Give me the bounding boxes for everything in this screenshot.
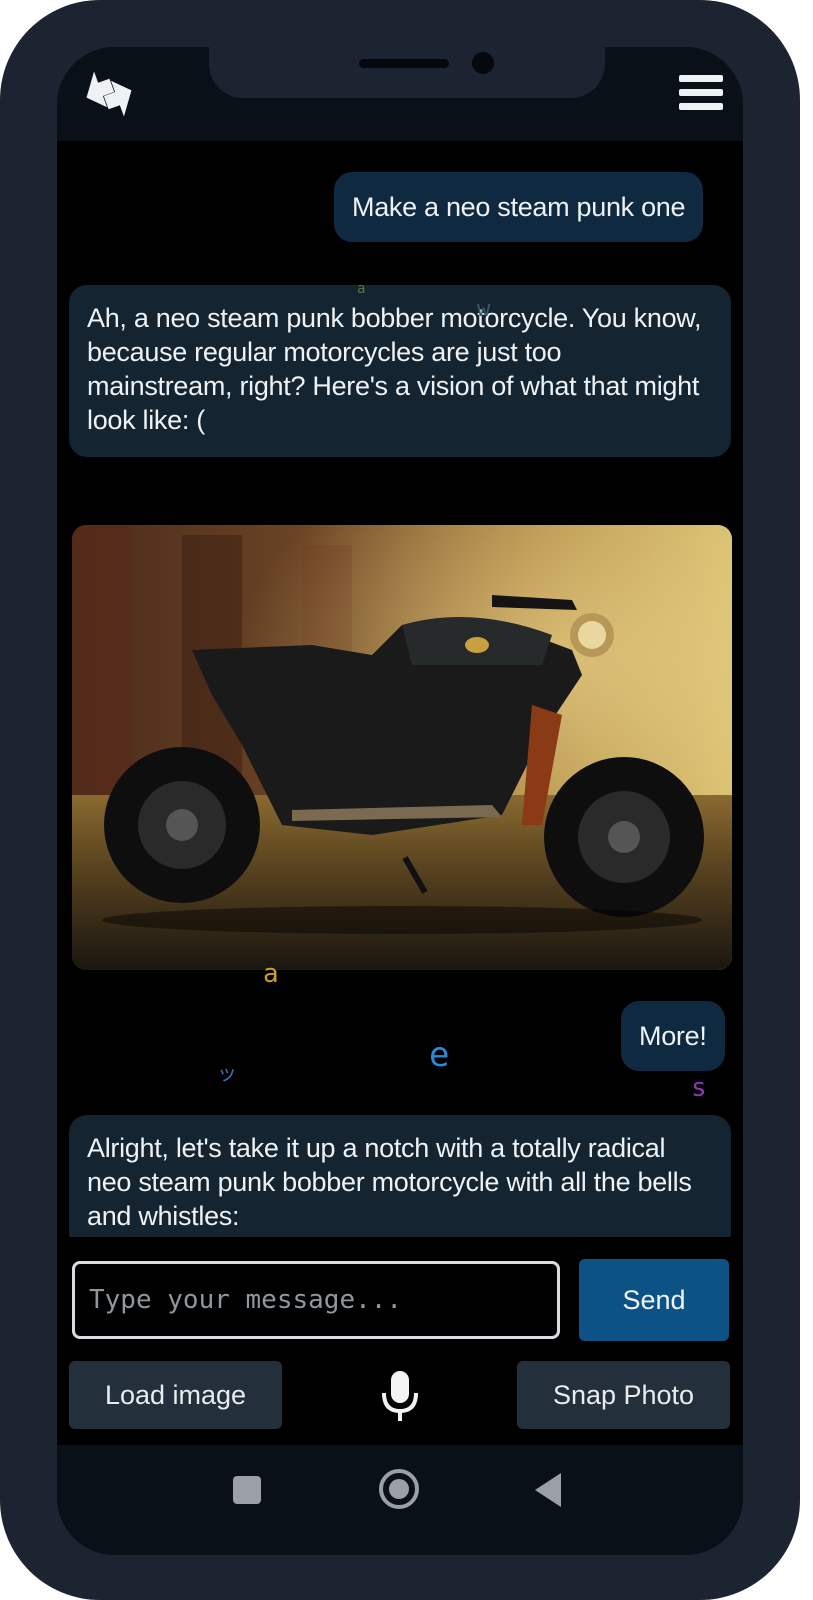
floating-glyph: a	[263, 959, 279, 989]
assistant-message: Alright, let's take it up a notch with a…	[69, 1115, 731, 1251]
hamburger-menu-icon[interactable]	[679, 73, 723, 113]
message-input[interactable]	[72, 1261, 560, 1339]
floating-glyph: ッ	[217, 1061, 237, 1085]
floating-glyph: e	[429, 1035, 450, 1075]
user-message: Make a neo steam punk one	[334, 172, 704, 242]
speaker-grille	[359, 59, 449, 68]
system-navigation-bar	[57, 1445, 743, 1555]
phone-power-button	[786, 360, 800, 500]
generated-motorcycle-image[interactable]	[72, 525, 732, 970]
phone-volume-up	[4, 330, 18, 440]
message-composer: Send Load image Snap Photo	[57, 1237, 743, 1455]
notch	[209, 47, 605, 98]
floating-glyph: s	[691, 1073, 707, 1103]
floating-glyph: w	[477, 297, 491, 322]
circle-home-icon[interactable]	[379, 1469, 419, 1509]
assistant-message: Ah, a neo steam punk bobber motorcycle. …	[69, 285, 731, 457]
phone-screen: Make a neo steam punk one Ah, a neo stea…	[57, 47, 743, 1555]
phone-side-button	[4, 210, 18, 280]
floating-glyph: a	[357, 281, 366, 297]
triangle-back-icon[interactable]	[535, 1473, 561, 1507]
send-button[interactable]: Send	[579, 1259, 729, 1341]
chat-transcript[interactable]: Make a neo steam punk one Ah, a neo stea…	[57, 141, 743, 1311]
front-camera	[472, 52, 494, 74]
square-recents-icon[interactable]	[233, 1476, 261, 1504]
phone-frame: Make a neo steam punk one Ah, a neo stea…	[0, 0, 800, 1600]
snap-photo-button[interactable]: Snap Photo	[517, 1361, 730, 1429]
phone-volume-down	[4, 470, 18, 580]
motorcycle-picture	[72, 525, 732, 970]
two-arrows-swap-icon[interactable]	[79, 63, 139, 123]
user-message: More!	[621, 1001, 725, 1071]
microphone-icon[interactable]	[380, 1369, 420, 1423]
load-image-button[interactable]: Load image	[69, 1361, 282, 1429]
